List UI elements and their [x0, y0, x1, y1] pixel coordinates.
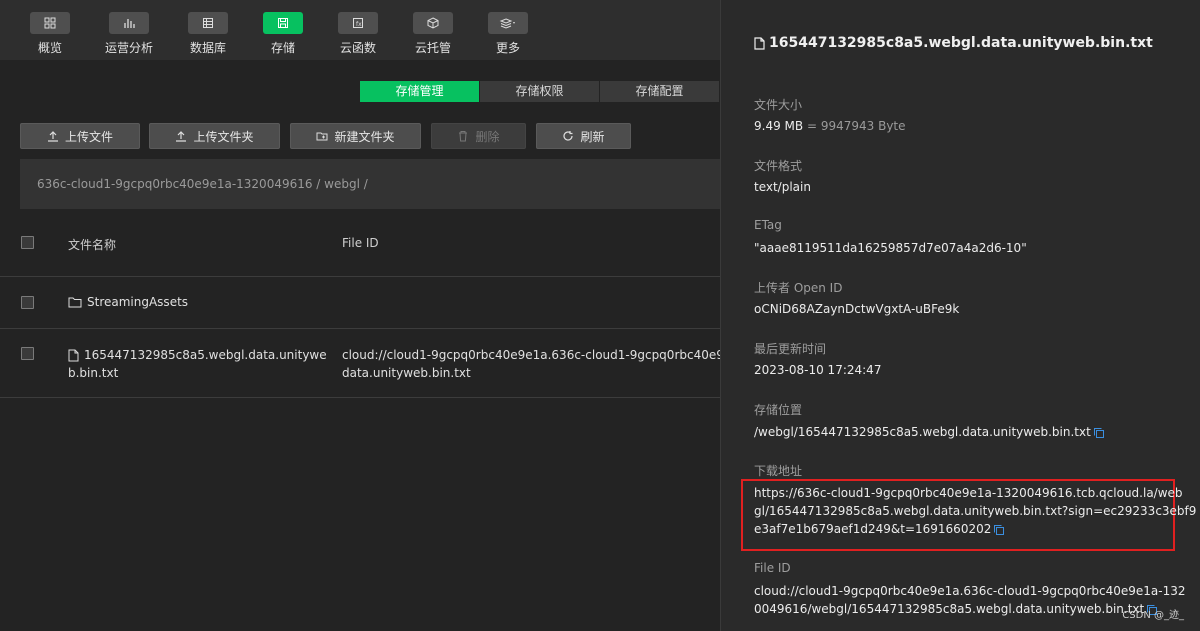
file-icon: [754, 36, 765, 50]
column-header-file-id: File ID: [342, 236, 379, 250]
details-filename: 165447132985c8a5.webgl.data.unityweb.bin…: [769, 35, 1153, 51]
uploader-value: oCNiD68AZaynDctwVgxtA-uBFe9k: [754, 302, 960, 316]
download-url-line: https://636c-cloud1-9gcpq0rbc40e9e1a-132…: [754, 486, 1183, 500]
download-url[interactable]: https://636c-cloud1-9gcpq0rbc40e9e1a-132…: [754, 484, 1196, 538]
toolbar-label: 云托管: [414, 41, 451, 55]
delete-button[interactable]: 删除: [431, 123, 526, 149]
storage-tabs: 存储管理 存储权限 存储配置: [360, 81, 720, 102]
row-file-id: cloud://cloud1-9gcpq0rbc40e9e1a.636c-clo…: [342, 348, 720, 362]
watermark: CSDN @_迹_: [1122, 610, 1184, 621]
fileid-line: 0049616/webgl/165447132985c8a5.webgl.dat…: [754, 602, 1145, 616]
size-value: 9.49 MB = 9947943 Byte: [754, 117, 906, 135]
function-icon: fx: [338, 12, 378, 34]
toolbar-label: 云函数: [339, 41, 376, 55]
toolbar-item-storage[interactable]: 存储: [246, 12, 320, 56]
location-path: /webgl/165447132985c8a5.webgl.data.unity…: [754, 425, 1091, 439]
copy-icon[interactable]: [993, 524, 1005, 536]
location-value: /webgl/165447132985c8a5.webgl.data.unity…: [754, 423, 1105, 441]
toolbar-label: 运营分析: [104, 41, 153, 55]
database-icon: [188, 12, 228, 34]
button-label: 新建文件夹: [334, 129, 395, 144]
button-label: 删除: [475, 129, 500, 144]
uploader-label: 上传者 Open ID: [754, 281, 843, 295]
column-header-name: 文件名称: [68, 238, 117, 252]
new-folder-icon: [316, 132, 328, 141]
refresh-button[interactable]: 刷新: [536, 123, 631, 149]
new-folder-button[interactable]: 新建文件夹: [290, 123, 421, 149]
layers-icon: [488, 12, 528, 34]
tab-storage-config[interactable]: 存储配置: [600, 81, 719, 102]
button-label: 上传文件夹: [193, 129, 254, 144]
save-icon: [263, 12, 303, 34]
download-url-line: gl/165447132985c8a5.webgl.data.unityweb.…: [754, 504, 1197, 518]
grid-icon: [30, 12, 70, 34]
size-mb: 9.49 MB: [754, 119, 804, 133]
details-title: 165447132985c8a5.webgl.data.unityweb.bin…: [754, 35, 1153, 51]
fileid-label: File ID: [754, 561, 791, 575]
file-details-panel: 165447132985c8a5.webgl.data.unityweb.bin…: [720, 0, 1200, 631]
download-url-line: e3af7e1b679aef1d249&t=1691660202: [754, 522, 992, 536]
row-name-continued: b.bin.txt: [68, 366, 119, 380]
fileid-value: cloud://cloud1-9gcpq0rbc40e9e1a.636c-clo…: [754, 582, 1185, 618]
format-value: text/plain: [754, 180, 811, 194]
etag-value: "aaae8119511da16259857d7e07a4a2d6-10": [754, 241, 1027, 255]
upload-icon: [47, 131, 58, 142]
row-file-id-continued: data.unityweb.bin.txt: [342, 366, 471, 380]
row-name[interactable]: StreamingAssets: [87, 295, 188, 309]
fileid-line: cloud://cloud1-9gcpq0rbc40e9e1a.636c-clo…: [754, 584, 1186, 598]
upload-folder-button[interactable]: 上传文件夹: [149, 123, 280, 149]
updated-label: 最后更新时间: [754, 342, 827, 356]
select-all-checkbox[interactable]: [21, 236, 34, 249]
row-checkbox[interactable]: [21, 347, 34, 360]
upload-icon: [176, 131, 187, 142]
etag-label: ETag: [754, 218, 782, 232]
toolbar-label: 概览: [37, 41, 62, 55]
file-icon: [68, 349, 79, 361]
table-row[interactable]: StreamingAssets: [0, 278, 720, 329]
refresh-icon: [563, 131, 574, 141]
format-label: 文件格式: [754, 159, 803, 173]
folder-icon: [68, 297, 82, 308]
toolbar-item-overview[interactable]: 概览: [13, 12, 87, 56]
size-bytes: = 9947943 Byte: [806, 119, 906, 133]
row-checkbox[interactable]: [21, 296, 34, 309]
toolbar-item-more[interactable]: 更多: [471, 12, 545, 56]
updated-value: 2023-08-10 17:24:47: [754, 363, 882, 377]
location-label: 存储位置: [754, 403, 803, 417]
toolbar-label: 数据库: [189, 41, 226, 55]
download-label: 下载地址: [754, 464, 803, 478]
svg-text:fx: fx: [356, 21, 362, 28]
cube-icon: [413, 12, 453, 34]
size-label: 文件大小: [754, 98, 803, 112]
button-label: 刷新: [580, 129, 605, 144]
toolbar-item-database[interactable]: 数据库: [171, 12, 245, 56]
toolbar-label: 更多: [495, 41, 520, 55]
tab-storage-permissions[interactable]: 存储权限: [480, 81, 599, 102]
breadcrumb[interactable]: 636c-cloud1-9gcpq0rbc40e9e1a-1320049616 …: [20, 159, 720, 209]
bar-chart-icon: [109, 12, 149, 34]
top-toolbar: 概览 运营分析 数据库 存储 fx 云函数 云托管 更多: [0, 0, 720, 60]
toolbar-item-analytics[interactable]: 运营分析: [92, 12, 166, 56]
button-label: 上传文件: [64, 129, 113, 144]
copy-icon[interactable]: [1093, 427, 1105, 439]
trash-icon: [459, 131, 468, 142]
toolbar-item-hosting[interactable]: 云托管: [396, 12, 470, 56]
toolbar-label: 存储: [270, 41, 295, 55]
table-row[interactable]: 165447132985c8a5.webgl.data.unitywe b.bi…: [0, 329, 720, 398]
tab-storage-management[interactable]: 存储管理: [360, 81, 479, 102]
row-name[interactable]: 165447132985c8a5.webgl.data.unitywe: [84, 346, 327, 364]
upload-file-button[interactable]: 上传文件: [20, 123, 140, 149]
toolbar-item-functions[interactable]: fx 云函数: [321, 12, 395, 56]
table-header: 文件名称 File ID: [0, 209, 720, 277]
